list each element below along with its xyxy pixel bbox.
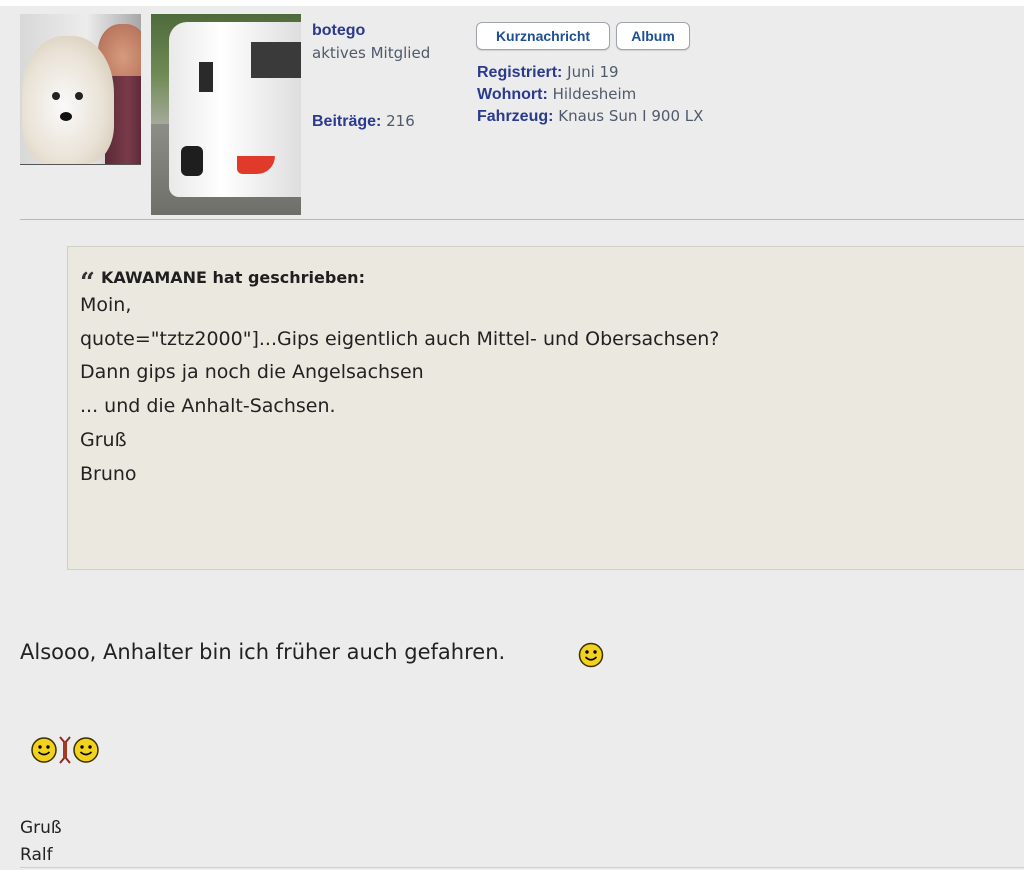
private-message-button[interactable]: Kurznachricht [476,22,610,50]
profile-divider [20,219,1024,220]
user-rank: aktives Mitglied [312,44,431,62]
quote-line: Dann gips ja noch die Angelsachsen [80,361,424,384]
vehicle-label: Fahrzeug: [477,108,554,125]
user-profile-panel: botego aktives Mitglied Beiträge: 216 Ku… [0,6,1024,220]
post-count-label: Beiträge: [312,113,382,130]
quote-line: Gruß [80,428,127,451]
quote-block: “ KAWAMANE hat geschrieben: Moin, quote=… [67,246,1024,570]
location-value: Hildesheim [552,85,637,103]
registered-label: Registriert: [477,64,563,81]
quote-line: Moin, [80,294,132,316]
post-divider [20,867,1024,868]
quote-line: quote="tztz2000"]...Gips eigentlich auch… [80,327,720,350]
location-info: Wohnort: Hildesheim [477,85,636,104]
user-vehicle-image[interactable] [151,14,301,215]
quote-author: KAWAMANE hat geschrieben: [100,267,365,287]
location-label: Wohnort: [477,86,548,103]
vehicle-info: Fahrzeug: Knaus Sun I 900 LX [477,107,703,126]
quote-line: ... und die Anhalt-Sachsen. [80,395,336,418]
vehicle-value: Knaus Sun I 900 LX [558,107,704,125]
user-avatar[interactable] [20,14,141,165]
smiley-icon [578,642,604,668]
post-text: Alsooo, Anhalter bin ich früher auch gef… [20,640,506,664]
quote-header: “ KAWAMANE hat geschrieben: [80,265,1015,298]
quote-line: Bruno [80,462,137,485]
username-link[interactable]: botego [312,22,365,40]
double-smiley-icon [31,736,99,764]
post-count: Beiträge: 216 [312,112,415,131]
quote-mark-icon: “ [80,268,95,298]
greeting: Gruß [20,818,62,838]
album-button[interactable]: Album [616,22,690,50]
registered-value: Juni 19 [567,63,619,81]
signature: Ralf [20,845,53,865]
registered-info: Registriert: Juni 19 [477,63,619,82]
post-count-value: 216 [386,112,415,130]
